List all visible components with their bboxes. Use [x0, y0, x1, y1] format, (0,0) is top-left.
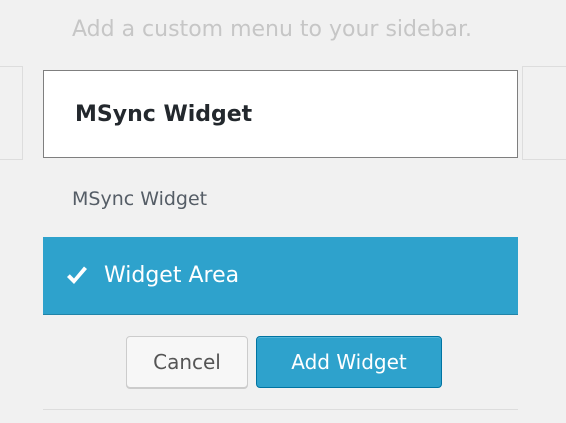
sidebar-hint-text: Add a custom menu to your sidebar. [72, 17, 472, 42]
widget-chooser-screen: Add a custom menu to your sidebar. MSync… [0, 0, 566, 423]
chooser-bottom-divider [43, 409, 518, 420]
widget-chooser-panel: MSync Widget MSync Widget Widget Area Ca… [43, 70, 519, 419]
widget-area-option-selected[interactable]: Widget Area [43, 237, 518, 315]
widget-area-label: Widget Area [104, 263, 240, 288]
widget-title-box: MSync Widget [43, 70, 518, 158]
widget-title: MSync Widget [75, 102, 253, 127]
background-widget-edge-right [522, 66, 566, 160]
background-widget-edge-left [0, 66, 23, 160]
add-widget-button[interactable]: Add Widget [256, 336, 442, 388]
checkmark-icon [67, 266, 87, 284]
widget-description: MSync Widget [72, 188, 208, 210]
cancel-button[interactable]: Cancel [126, 336, 248, 388]
